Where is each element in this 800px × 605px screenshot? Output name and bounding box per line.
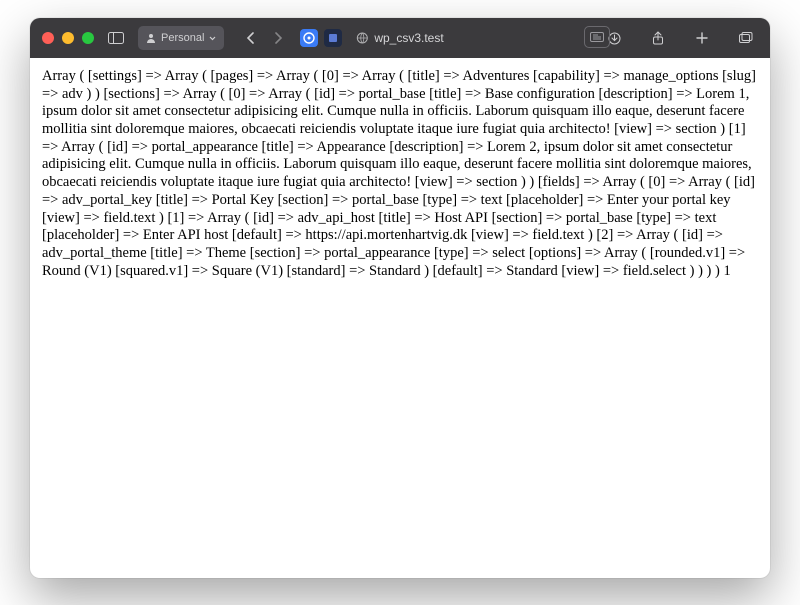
- fullscreen-window-button[interactable]: [82, 32, 94, 44]
- address-text: wp_csv3.test: [374, 31, 443, 45]
- forward-button[interactable]: [266, 26, 290, 50]
- chevron-down-icon: [209, 36, 216, 41]
- share-button[interactable]: [646, 26, 670, 50]
- extension-icon-2[interactable]: [324, 29, 342, 47]
- browser-window: Personal: [30, 18, 770, 578]
- profile-label: Personal: [161, 32, 204, 44]
- person-icon: [146, 33, 156, 43]
- minimize-window-button[interactable]: [62, 32, 74, 44]
- address-bar[interactable]: wp_csv3.test: [356, 31, 443, 45]
- window-controls: [42, 32, 94, 44]
- extensions-group: [300, 29, 342, 47]
- profile-switcher-button[interactable]: Personal: [138, 26, 224, 50]
- back-button[interactable]: [238, 26, 262, 50]
- tabs-overview-button[interactable]: [734, 26, 758, 50]
- close-window-button[interactable]: [42, 32, 54, 44]
- titlebar-right-group: [592, 26, 758, 50]
- page-content: Array ( [settings] => Array ( [pages] =>…: [30, 58, 770, 578]
- nav-arrows: [234, 26, 290, 50]
- extension-icon-1[interactable]: [300, 29, 318, 47]
- new-tab-button[interactable]: [690, 26, 714, 50]
- sidebar-toggle-button[interactable]: [104, 26, 128, 50]
- reader-mode-button[interactable]: [584, 26, 610, 48]
- globe-icon: [356, 32, 368, 44]
- titlebar: Personal: [30, 18, 770, 58]
- titlebar-left-group: Personal: [42, 26, 342, 50]
- php-array-dump: Array ( [settings] => Array ( [pages] =>…: [42, 68, 756, 279]
